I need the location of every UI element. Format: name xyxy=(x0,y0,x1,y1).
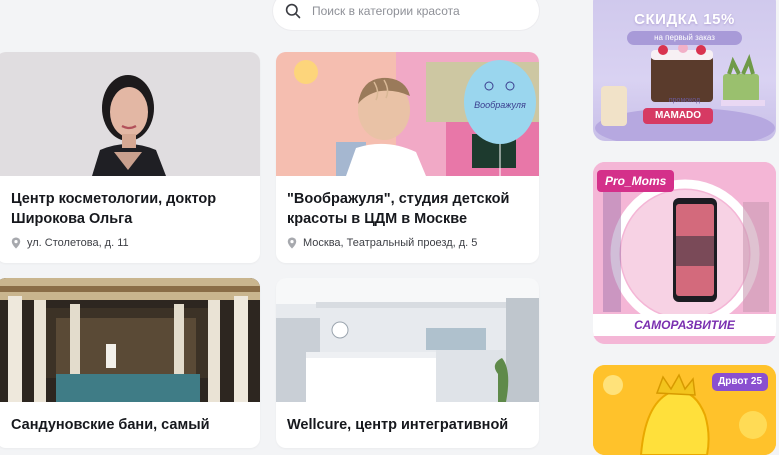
balloon-text: Воображуля xyxy=(474,100,526,110)
ad-category: САМОРАЗВИТИЕ xyxy=(593,314,776,336)
address-text: Москва, Театральный проезд, д. 5 xyxy=(303,237,478,249)
place-card[interactable]: Сандуновские бани, самый xyxy=(0,278,260,448)
place-card[interactable]: Воображуля "Воображуля", студия детской … xyxy=(276,52,539,263)
ad-banner-promoms[interactable]: Pro_Moms САМОРАЗВИТИЕ xyxy=(593,162,776,344)
location-pin-icon xyxy=(11,237,21,249)
place-title[interactable]: Сандуновские бани, самый xyxy=(11,415,250,435)
location-pin-icon xyxy=(287,237,297,249)
search-bar[interactable] xyxy=(273,0,539,30)
search-input[interactable] xyxy=(310,3,514,19)
ad-brand: Pro_Moms xyxy=(597,170,675,192)
place-photo xyxy=(0,278,260,402)
place-photo: Воображуля xyxy=(276,52,539,176)
ad-badge: Дрвот 25 xyxy=(712,373,768,391)
place-title[interactable]: Wellcure, центр интегративной xyxy=(287,415,529,435)
place-title[interactable]: Центр косметологии, доктор Широкова Ольг… xyxy=(11,189,250,229)
place-title[interactable]: "Воображуля", студия детской красоты в Ц… xyxy=(287,189,529,229)
promo-label: промокод xyxy=(668,97,701,104)
place-photo xyxy=(0,52,260,176)
place-card[interactable]: Wellcure, центр интегративной xyxy=(276,278,539,448)
place-address: ул. Столетова, д. 11 xyxy=(11,235,254,251)
address-text: ул. Столетова, д. 11 xyxy=(27,237,129,249)
ad-banner-discount[interactable]: СКИДКА 15% на первый заказ промокод MAMA… xyxy=(593,0,776,141)
ad-subtitle: на первый заказ xyxy=(627,31,742,45)
ad-title: СКИДКА 15% xyxy=(634,11,735,28)
place-photo xyxy=(276,278,539,402)
ad-banner-toy[interactable]: Дрвот 25 xyxy=(593,365,776,455)
search-icon xyxy=(285,3,301,19)
place-card[interactable]: Центр косметологии, доктор Широкова Ольг… xyxy=(0,52,260,263)
promo-code: MAMADO xyxy=(643,108,713,124)
place-address: Москва, Театральный проезд, д. 5 xyxy=(287,235,533,251)
